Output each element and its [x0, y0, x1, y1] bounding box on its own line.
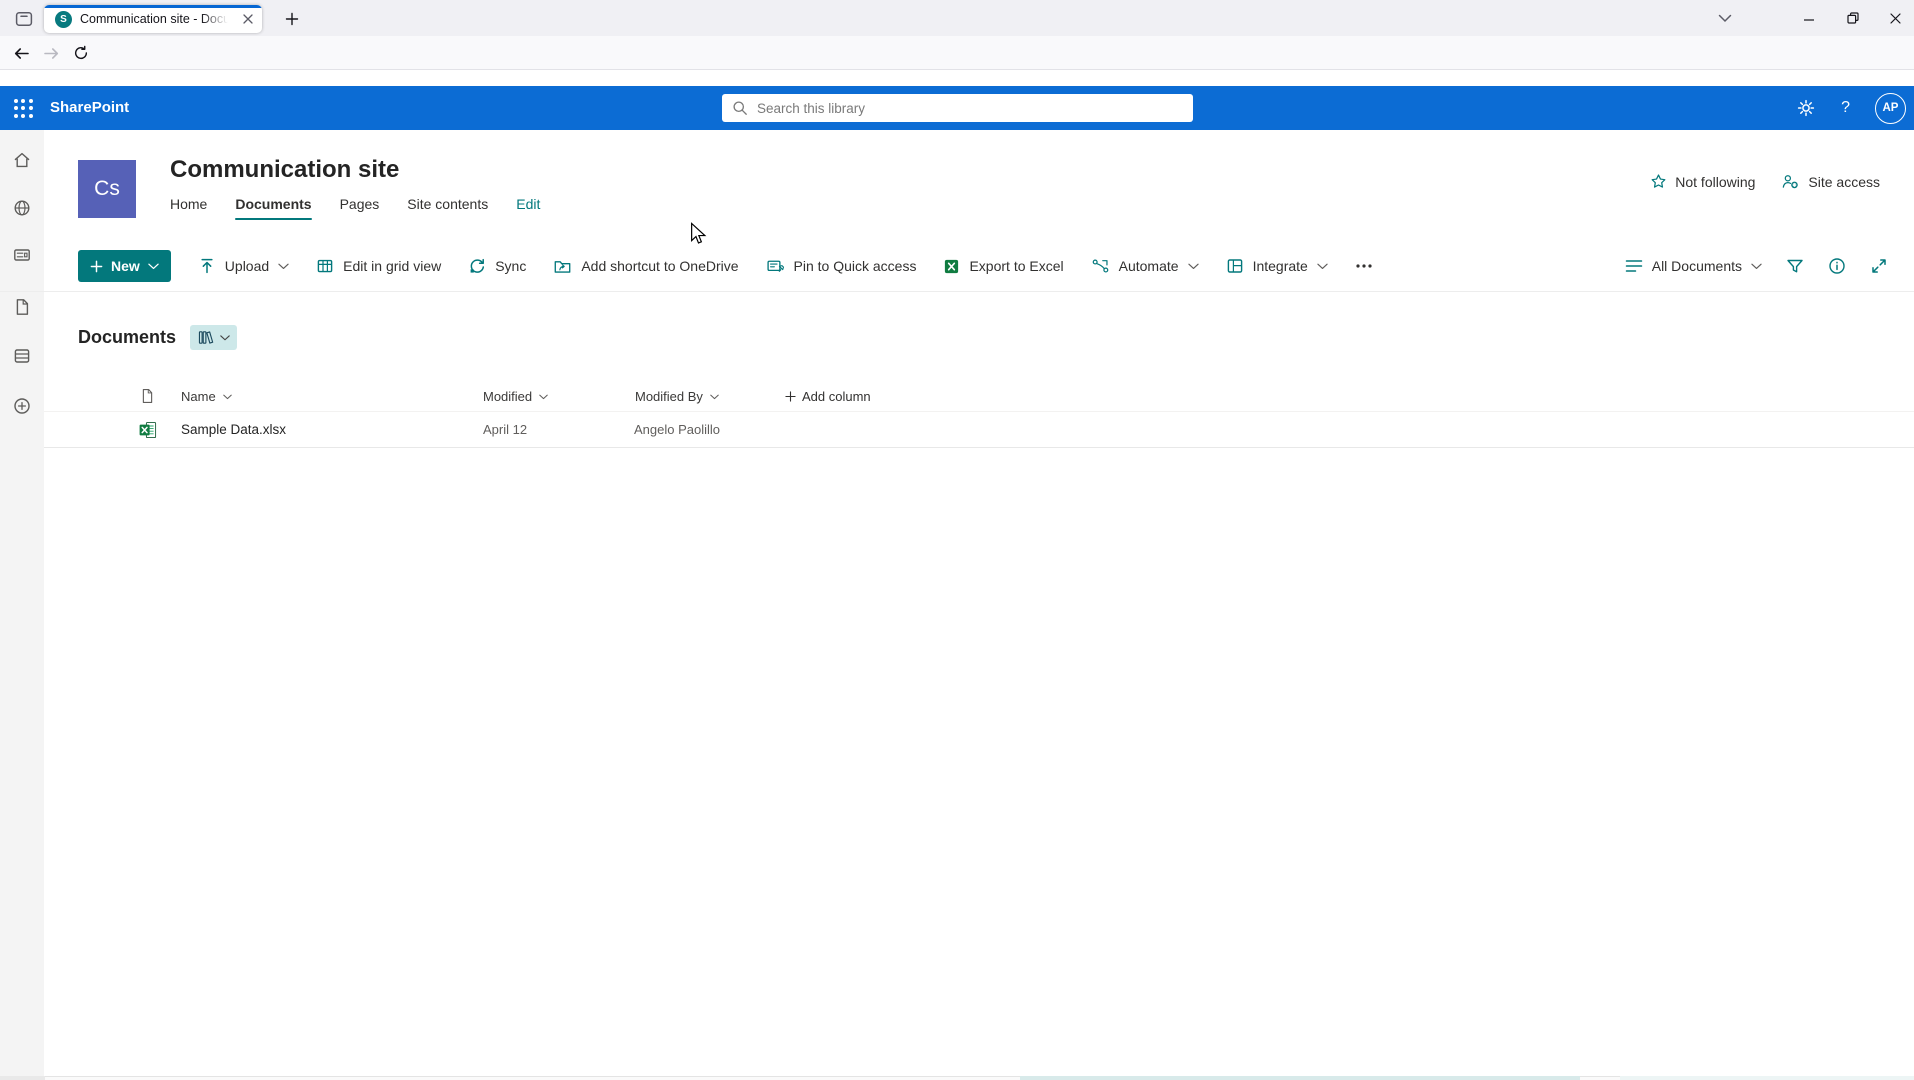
new-button-label: New	[111, 258, 140, 274]
automate-flow-icon	[1091, 257, 1110, 275]
star-icon	[1650, 173, 1667, 190]
site-access-button[interactable]: Site access	[1781, 173, 1880, 190]
export-excel-button[interactable]: Export to Excel	[943, 258, 1064, 275]
integrate-button[interactable]: Integrate	[1226, 257, 1328, 275]
new-tab-button[interactable]	[279, 6, 305, 32]
search-box[interactable]	[722, 94, 1193, 122]
integrate-window-icon	[1226, 257, 1244, 275]
column-header-modified[interactable]: Modified	[483, 382, 548, 410]
library-view-button[interactable]	[190, 325, 238, 350]
file-modified-by: Angelo Paolillo	[634, 422, 721, 437]
sharepoint-brand[interactable]: SharePoint	[50, 99, 129, 116]
sharepoint-favicon-icon: S	[55, 10, 72, 28]
automate-button[interactable]: Automate	[1091, 257, 1199, 275]
globe-icon[interactable]	[12, 198, 32, 218]
library-books-icon	[197, 329, 214, 346]
site-access-label: Site access	[1808, 173, 1880, 190]
grid-table-icon	[316, 257, 334, 275]
window-close-button[interactable]	[1878, 0, 1912, 36]
bottom-edge	[0, 1076, 1914, 1080]
follow-button[interactable]: Not following	[1650, 173, 1755, 190]
site-nav: Home Documents Pages Site contents Edit	[170, 196, 540, 220]
tab-accent-line	[44, 5, 262, 8]
browser-toolbar: https://angelopaolillo.sharepoint.com/Sh…	[0, 36, 1914, 103]
library-page: Cs Communication site Home Documents Pag…	[0, 130, 1914, 1076]
edit-grid-view-button[interactable]: Edit in grid view	[316, 257, 441, 275]
filter-icon[interactable]	[1786, 258, 1804, 275]
excel-file-icon	[138, 412, 158, 447]
add-column-button[interactable]: Add column	[785, 382, 871, 410]
file-modified: April 12	[483, 422, 528, 437]
nav-pages[interactable]: Pages	[340, 196, 380, 212]
home-icon[interactable]	[12, 150, 32, 170]
sync-icon	[468, 257, 486, 275]
new-button[interactable]: New	[78, 250, 171, 282]
site-logo[interactable]: Cs	[78, 160, 136, 218]
chevron-down-icon	[220, 334, 230, 341]
toolbar-divider	[0, 291, 1914, 292]
window-minimize-button[interactable]	[1792, 0, 1826, 36]
firefox-view-icon[interactable]	[10, 5, 37, 32]
settings-gear-icon[interactable]	[1796, 98, 1816, 118]
view-list-icon	[1625, 259, 1643, 273]
column-header-name[interactable]: Name	[181, 382, 232, 410]
people-gear-icon	[1781, 173, 1800, 190]
nav-documents[interactable]: Documents	[235, 196, 312, 220]
upload-icon	[198, 257, 216, 275]
tab-title: Communication site - Docume	[80, 12, 228, 26]
sharepoint-suite-bar: SharePoint ? AP	[0, 86, 1914, 130]
info-icon[interactable]	[1828, 257, 1846, 275]
back-button[interactable]	[8, 40, 34, 66]
help-icon[interactable]: ?	[1841, 99, 1850, 117]
file-type-column-icon[interactable]	[140, 382, 155, 410]
reload-button[interactable]	[68, 40, 94, 66]
browser-tab-bar: S Communication site - Docume	[0, 0, 1914, 36]
site-title[interactable]: Communication site	[170, 156, 399, 184]
list-stack-icon[interactable]	[12, 346, 32, 366]
tab-list-chevron-icon[interactable]	[1708, 0, 1742, 36]
follow-label: Not following	[1675, 173, 1756, 190]
tab-close-icon[interactable]	[242, 13, 254, 25]
news-icon[interactable]	[12, 245, 32, 265]
pin-board-icon	[766, 257, 785, 275]
window-restore-button[interactable]	[1836, 0, 1870, 36]
sync-button[interactable]: Sync	[468, 257, 526, 275]
folder-shortcut-icon	[553, 257, 572, 275]
nav-site-contents[interactable]: Site contents	[407, 196, 488, 212]
command-bar: New Upload Edit in grid view Sync Add sh…	[78, 250, 1888, 282]
browser-tab[interactable]: S Communication site - Docume	[44, 5, 262, 33]
pin-quick-access-button[interactable]: Pin to Quick access	[766, 257, 916, 275]
nav-home[interactable]: Home	[170, 196, 207, 212]
app-rail	[0, 130, 44, 1076]
more-commands-button[interactable]	[1355, 263, 1373, 269]
file-icon[interactable]	[12, 297, 32, 317]
table-row[interactable]: Sample Data.xlsx April 12 Angelo Paolill…	[44, 411, 1914, 448]
view-selector[interactable]: All Documents	[1625, 258, 1762, 274]
upload-button[interactable]: Upload	[198, 257, 289, 275]
app-launcher-waffle-icon[interactable]	[0, 86, 46, 130]
table-header: Name Modified Modified By Add column	[44, 382, 1914, 410]
account-avatar[interactable]: AP	[1875, 92, 1906, 124]
file-name[interactable]: Sample Data.xlsx	[181, 412, 286, 447]
column-header-modified-by[interactable]: Modified By	[635, 382, 719, 410]
excel-icon	[943, 258, 960, 275]
search-input[interactable]	[757, 100, 1183, 116]
library-heading: Documents	[78, 327, 177, 347]
add-shortcut-onedrive-button[interactable]: Add shortcut to OneDrive	[553, 257, 739, 275]
forward-button[interactable]	[38, 40, 64, 66]
add-circle-icon[interactable]	[12, 396, 32, 416]
expand-icon[interactable]	[1870, 257, 1888, 275]
nav-edit[interactable]: Edit	[516, 196, 540, 212]
view-label: All Documents	[1651, 258, 1742, 274]
search-icon	[732, 100, 748, 116]
page-top-gap	[0, 70, 1914, 86]
